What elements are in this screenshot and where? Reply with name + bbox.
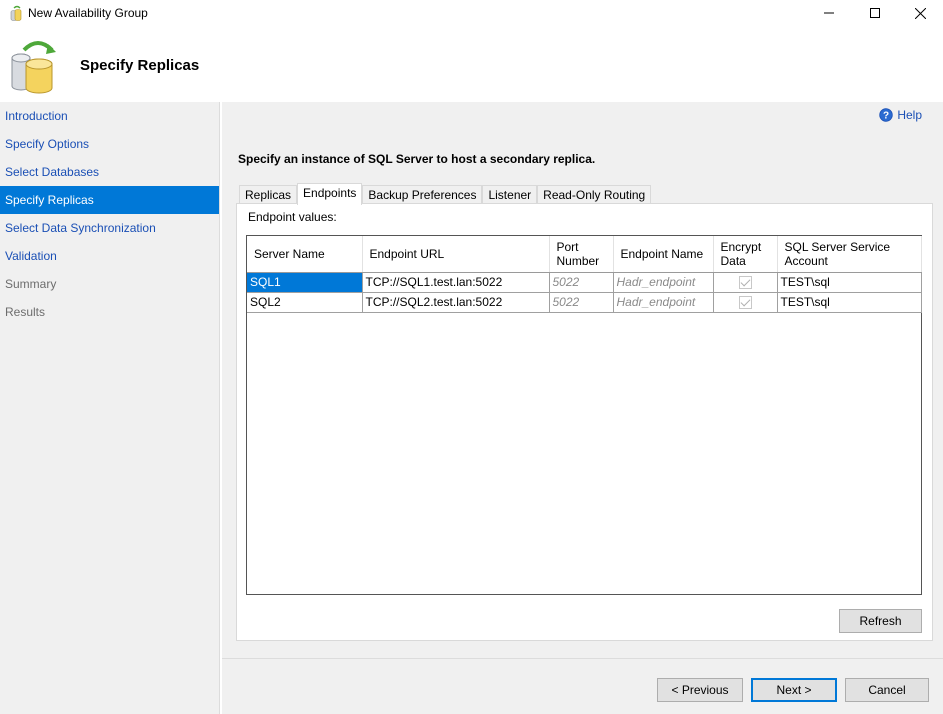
tab-listener[interactable]: Listener: [482, 185, 538, 205]
main-content: ? Help Specify an instance of SQL Server…: [222, 102, 943, 658]
tab-backup-preferences[interactable]: Backup Preferences: [362, 185, 483, 205]
endpoints-grid[interactable]: Server Name Endpoint URL Port Number End…: [246, 235, 922, 595]
endpoints-panel: Endpoint values: Server Name Endpoint UR…: [236, 203, 933, 641]
help-icon: ?: [879, 108, 894, 122]
help-link[interactable]: ? Help: [879, 108, 922, 122]
help-label: Help: [897, 108, 922, 122]
wizard-footer: < Previous Next > Cancel: [222, 658, 943, 714]
server-name-cell[interactable]: SQL1: [247, 272, 363, 293]
encrypt-data-checkbox: [738, 296, 752, 310]
sidebar-item-results: Results: [5, 305, 46, 319]
service-account-cell[interactable]: TEST\sql: [777, 272, 922, 293]
port-number-cell: 5022: [549, 272, 614, 293]
endpoint-url-cell[interactable]: TCP://SQL1.test.lan:5022: [362, 272, 550, 293]
sidebar-item-summary: Summary: [5, 277, 57, 291]
column-header-server-name[interactable]: Server Name: [247, 236, 363, 273]
next-button[interactable]: Next >: [751, 678, 837, 702]
title-bar: New Availability Group: [0, 0, 943, 26]
svg-text:?: ?: [883, 111, 889, 122]
minimize-icon: [824, 12, 834, 14]
sidebar-item-select-data-synchronization[interactable]: Select Data Synchronization: [0, 214, 219, 242]
tab-strip: Replicas Endpoints Backup Preferences Li…: [239, 183, 652, 205]
instruction-text: Specify an instance of SQL Server to hos…: [238, 152, 596, 166]
port-number-cell: 5022: [549, 292, 614, 313]
database-icon: [10, 5, 22, 21]
column-header-endpoint-url[interactable]: Endpoint URL: [362, 236, 550, 273]
maximize-icon: [870, 8, 880, 18]
window-title: New Availability Group: [28, 6, 148, 20]
tab-endpoints[interactable]: Endpoints: [297, 183, 363, 205]
column-header-endpoint-name[interactable]: Endpoint Name: [613, 236, 714, 273]
server-name-cell[interactable]: SQL2: [247, 292, 363, 313]
tab-read-only-routing[interactable]: Read-Only Routing: [537, 185, 652, 205]
sidebar-item-select-databases[interactable]: Select Databases: [0, 158, 219, 186]
sidebar-item-validation[interactable]: Validation: [0, 242, 219, 270]
service-account-cell[interactable]: TEST\sql: [777, 292, 922, 313]
availability-group-icon: [11, 41, 56, 94]
encrypt-data-cell: [713, 292, 778, 313]
wizard-header: Specify Replicas: [0, 26, 943, 102]
sidebar-item-specify-options[interactable]: Specify Options: [0, 130, 219, 158]
cancel-button[interactable]: Cancel: [845, 678, 929, 702]
refresh-button[interactable]: Refresh: [839, 609, 922, 633]
endpoint-values-label: Endpoint values:: [248, 210, 337, 224]
column-header-encrypt-data[interactable]: Encrypt Data: [713, 236, 778, 273]
table-row[interactable]: SQL1 TCP://SQL1.test.lan:5022 5022 Hadr_…: [247, 272, 922, 293]
close-icon: [914, 7, 926, 19]
minimize-button[interactable]: [806, 0, 852, 26]
sidebar-item-specify-replicas[interactable]: Specify Replicas: [0, 186, 219, 214]
table-row[interactable]: SQL2 TCP://SQL2.test.lan:5022 5022 Hadr_…: [247, 292, 922, 313]
endpoint-name-cell: Hadr_endpoint: [613, 292, 714, 313]
close-button[interactable]: [897, 0, 943, 26]
column-header-service-account[interactable]: SQL Server Service Account: [777, 236, 922, 273]
sidebar-item-introduction[interactable]: Introduction: [0, 102, 219, 130]
page-title: Specify Replicas: [80, 57, 200, 74]
endpoint-name-cell: Hadr_endpoint: [613, 272, 714, 293]
wizard-steps-nav: Introduction Specify Options Select Data…: [0, 102, 220, 714]
endpoint-url-cell[interactable]: TCP://SQL2.test.lan:5022: [362, 292, 550, 313]
encrypt-data-cell: [713, 272, 778, 293]
maximize-button[interactable]: [852, 0, 898, 26]
encrypt-data-checkbox: [738, 276, 752, 290]
column-header-port-number[interactable]: Port Number: [549, 236, 614, 273]
previous-button[interactable]: < Previous: [657, 678, 743, 702]
tab-replicas[interactable]: Replicas: [239, 185, 298, 205]
